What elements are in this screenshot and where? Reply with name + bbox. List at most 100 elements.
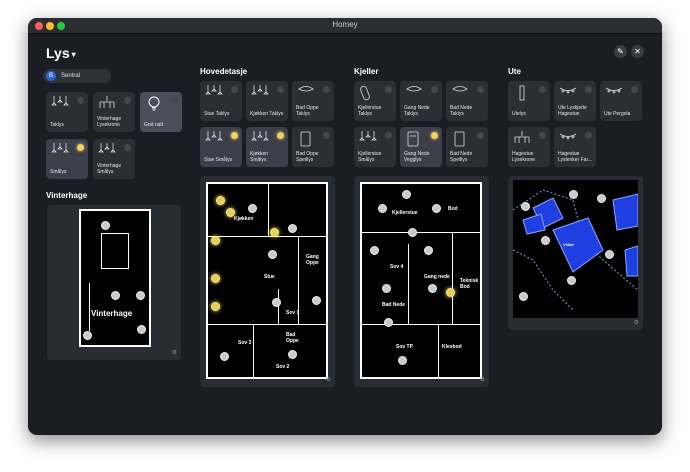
zone-chip[interactable]: B Sentral xyxy=(43,69,111,83)
pendant-lamps-icon xyxy=(359,131,377,147)
zone-badge: B xyxy=(46,71,56,81)
room-label: Teknisk Bod xyxy=(460,278,479,290)
close-button[interactable]: ✕ xyxy=(631,45,644,58)
edit-button[interactable]: ✎ xyxy=(614,45,627,58)
gear-icon[interactable]: ⚙ xyxy=(634,319,639,326)
light-marker[interactable] xyxy=(270,228,279,237)
light-marker[interactable] xyxy=(567,276,576,285)
wall-light-icon xyxy=(405,131,423,147)
tile-label: Utelys xyxy=(512,111,526,117)
ute-site-map: Vidde xyxy=(513,180,638,318)
status-indicator xyxy=(431,132,438,139)
light-marker[interactable] xyxy=(211,302,220,311)
device-tile[interactable]: Smålys xyxy=(46,139,88,179)
tile-label: Kjellerstue Taklys xyxy=(358,105,382,117)
light-marker[interactable] xyxy=(521,202,530,211)
light-marker[interactable] xyxy=(312,296,321,305)
device-tile[interactable]: Bad Oppe Taklys xyxy=(292,81,334,121)
light-marker[interactable] xyxy=(272,298,281,307)
gear-icon[interactable]: ⚙ xyxy=(172,349,177,356)
chandelier-icon xyxy=(98,96,116,112)
ceiling-light-icon xyxy=(297,85,315,101)
device-tile[interactable]: Bad Oppe Speillys xyxy=(292,127,334,167)
light-marker[interactable] xyxy=(268,250,277,259)
light-marker[interactable] xyxy=(428,284,437,293)
device-tile[interactable]: Kjøkken Taklys xyxy=(246,81,288,121)
status-indicator xyxy=(539,132,546,139)
tile-label: Vinterhage Smålys xyxy=(97,163,122,175)
device-tile[interactable]: Hagestue Lyslenker Far... xyxy=(554,127,596,167)
tile-label: Ute Pergola xyxy=(604,111,631,117)
device-tile[interactable]: Vinterhage Lysekrone xyxy=(93,92,135,132)
light-marker[interactable] xyxy=(370,246,379,255)
device-tile[interactable]: Kjellerstue Smålys xyxy=(354,127,396,167)
light-marker[interactable] xyxy=(382,284,391,293)
device-tile[interactable]: Kjøkken Smålys xyxy=(246,127,288,167)
light-marker[interactable] xyxy=(288,224,297,233)
device-tile[interactable]: Kjellerstue Taklys xyxy=(354,81,396,121)
light-marker[interactable] xyxy=(402,190,411,199)
device-tile[interactable]: Bad Nede Taklys xyxy=(446,81,488,121)
device-tile[interactable]: Bad Nede Speillys xyxy=(446,127,488,167)
light-marker[interactable] xyxy=(101,221,110,230)
device-tile[interactable]: Ute Lyskjede Hagestue xyxy=(554,81,596,121)
light-marker[interactable] xyxy=(137,325,146,334)
light-marker[interactable] xyxy=(288,350,297,359)
light-marker[interactable] xyxy=(248,204,257,213)
tube-light-icon xyxy=(359,85,377,101)
tile-label: God natt xyxy=(144,122,164,128)
page-title: Lys xyxy=(46,45,70,61)
light-marker[interactable] xyxy=(384,318,393,327)
light-marker[interactable] xyxy=(83,331,92,340)
dining-table xyxy=(101,233,129,269)
room-label: Kjøkken xyxy=(234,216,254,222)
light-marker[interactable] xyxy=(398,356,407,365)
zone-label: Sentral xyxy=(61,73,81,79)
device-tile[interactable]: Utelys xyxy=(508,81,550,121)
pendant-lamps-icon xyxy=(251,85,269,101)
string-lights-icon xyxy=(559,85,577,101)
light-marker[interactable] xyxy=(541,236,550,245)
device-tile[interactable]: Ute Pergola xyxy=(600,81,642,121)
light-marker[interactable] xyxy=(211,236,220,245)
light-marker[interactable] xyxy=(220,352,229,361)
device-tile[interactable]: Vinterhage Smålys xyxy=(93,139,135,179)
status-indicator xyxy=(77,144,84,151)
device-tile[interactable]: Gang Nede Taklys xyxy=(400,81,442,121)
site-map-drawing xyxy=(513,189,638,311)
light-marker[interactable] xyxy=(226,208,235,217)
wall-line xyxy=(89,283,90,331)
room-label: Sov 3 xyxy=(238,340,252,346)
device-tile[interactable]: Hagestue Lysekrone xyxy=(508,127,550,167)
light-marker[interactable] xyxy=(211,274,220,283)
device-tile[interactable]: God natt xyxy=(140,92,182,132)
page-title-dropdown[interactable]: Lys ▾ xyxy=(46,45,76,61)
tile-label: Vinterhage Lysekrone xyxy=(97,116,122,128)
light-marker[interactable] xyxy=(446,288,455,297)
device-tile[interactable]: Stue Taklys xyxy=(200,81,242,121)
status-indicator xyxy=(585,132,592,139)
tile-label: Bad Oppe Speillys xyxy=(296,151,319,163)
device-tile[interactable]: Taklys xyxy=(46,92,88,132)
gear-icon[interactable]: ⚙ xyxy=(480,376,485,383)
room-label: Vidde xyxy=(563,242,574,247)
light-marker[interactable] xyxy=(136,291,145,300)
gear-icon[interactable]: ⚙ xyxy=(326,376,331,383)
light-marker[interactable] xyxy=(216,196,225,205)
light-marker[interactable] xyxy=(424,246,433,255)
light-marker[interactable] xyxy=(597,194,606,203)
light-marker[interactable] xyxy=(111,291,120,300)
pencil-icon: ✎ xyxy=(617,47,624,56)
light-marker[interactable] xyxy=(378,204,387,213)
light-marker[interactable] xyxy=(408,228,417,237)
close-icon: ✕ xyxy=(634,47,641,56)
light-marker[interactable] xyxy=(519,292,528,301)
wall-line xyxy=(268,184,269,236)
mirror-light-icon xyxy=(451,131,469,147)
device-tile[interactable]: Stue Smålys xyxy=(200,127,242,167)
light-marker[interactable] xyxy=(432,204,441,213)
light-marker[interactable] xyxy=(605,250,614,259)
device-tile[interactable]: Gang Nede Vegglys xyxy=(400,127,442,167)
section-title-hovedetasje: Hovedetasje xyxy=(200,67,248,76)
light-marker[interactable] xyxy=(569,190,578,199)
